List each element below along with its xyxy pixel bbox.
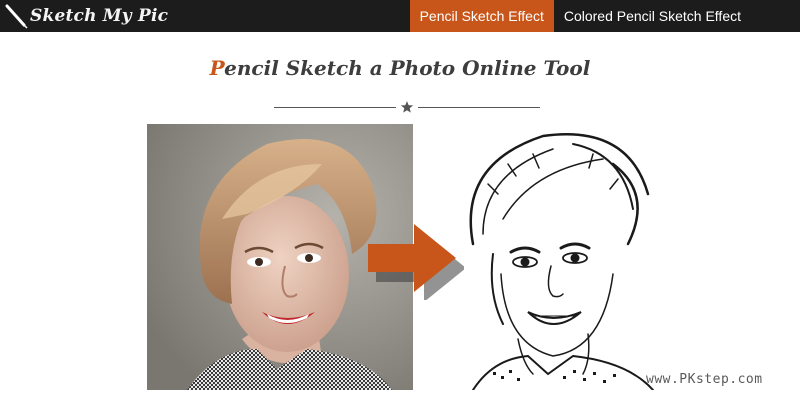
top-navbar: Sketch My Pic Pencil Sketch Effect Color… xyxy=(0,0,800,32)
brand-logo[interactable]: Sketch My Pic xyxy=(0,0,168,32)
main-nav: Pencil Sketch Effect Colored Pencil Sket… xyxy=(409,0,800,32)
brand-name: Sketch My Pic xyxy=(30,6,169,26)
title-divider xyxy=(274,100,540,114)
arrow-right-icon xyxy=(368,224,464,300)
star-icon xyxy=(400,101,414,113)
divider-line-right xyxy=(418,106,540,108)
page-title: Pencil Sketch a Photo Online Tool xyxy=(0,56,800,80)
watermark-text: www.PKstep.com xyxy=(646,372,763,387)
page-title-rest: encil Sketch a Photo Online Tool xyxy=(224,56,591,80)
divider-line-left xyxy=(274,106,396,108)
page-title-initial: P xyxy=(209,56,225,80)
nav-colored-pencil-sketch-effect[interactable]: Colored Pencil Sketch Effect xyxy=(554,0,800,32)
pencil-icon xyxy=(5,4,28,29)
nav-pencil-sketch-effect[interactable]: Pencil Sketch Effect xyxy=(409,0,554,32)
